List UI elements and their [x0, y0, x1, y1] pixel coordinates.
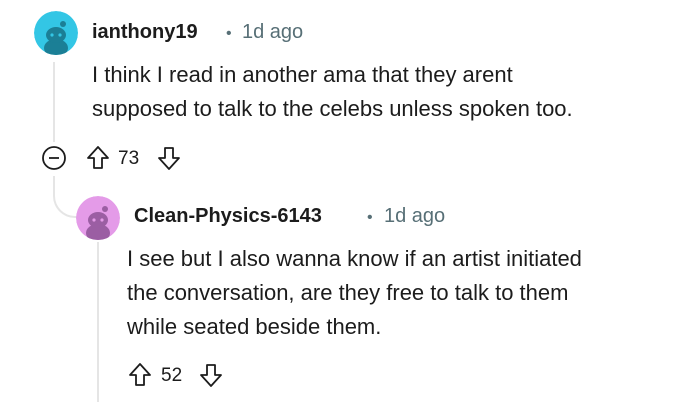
comment-text: I see but I also wanna know if an artist… [127, 242, 582, 344]
separator-dot: • [226, 25, 232, 42]
upvote-arrow-icon[interactable] [86, 145, 110, 171]
username[interactable]: ianthony19 [92, 21, 198, 44]
username[interactable]: Clean-Physics-6143 [134, 205, 322, 228]
comment-line: while seated beside them. [127, 314, 382, 339]
comment-line: supposed to talk to the celebs unless sp… [92, 96, 573, 121]
reply-comment: Clean-Physics-6143 • 1d ago I see but I … [0, 190, 700, 402]
comment-line: the conversation, are they free to talk … [127, 280, 569, 305]
vote-count: 73 [118, 148, 140, 169]
upvote-arrow-icon[interactable] [128, 362, 152, 388]
collapse-minus-icon[interactable] [41, 145, 67, 171]
avatar[interactable] [76, 196, 120, 240]
vote-count: 52 [161, 365, 183, 386]
comment-line: I see but I also wanna know if an artist… [127, 246, 582, 271]
downvote-arrow-icon[interactable] [157, 145, 181, 171]
comment-text: I think I read in another ama that they … [92, 58, 573, 126]
downvote-arrow-icon[interactable] [199, 362, 223, 388]
comment: ianthony19 • 1d ago I think I read in an… [0, 0, 700, 180]
separator-dot: • [367, 209, 373, 226]
timestamp[interactable]: 1d ago [384, 205, 445, 228]
timestamp[interactable]: 1d ago [242, 21, 303, 44]
comment-line: I think I read in another ama that they … [92, 62, 513, 87]
avatar[interactable] [34, 11, 78, 55]
